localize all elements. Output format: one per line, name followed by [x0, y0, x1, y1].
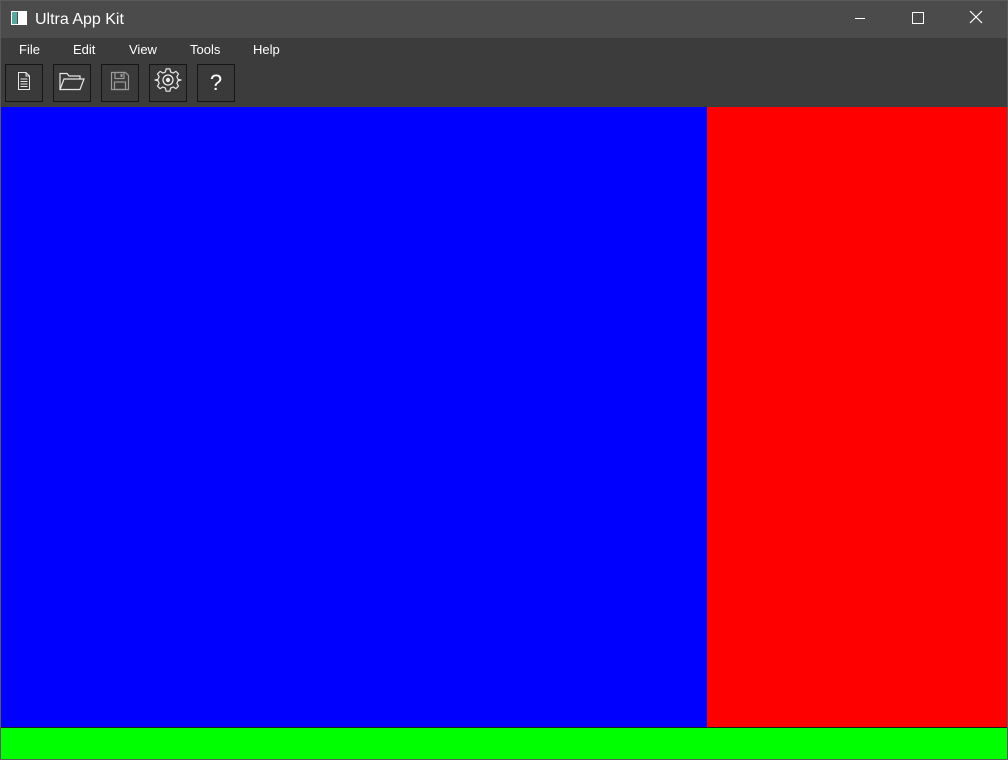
maximize-icon: [912, 11, 924, 29]
app-window-icon: [11, 11, 27, 25]
open-folder-icon: [58, 70, 86, 97]
left-blue-panel[interactable]: [1, 107, 707, 727]
menu-edit[interactable]: Edit: [73, 42, 95, 58]
new-document-icon: [15, 71, 33, 96]
toolbar: ?: [1, 62, 1007, 107]
save-button[interactable]: [101, 64, 139, 102]
app-window: Ultra App Kit File Edit View Tools Help …: [0, 0, 1008, 760]
window-title: Ultra App Kit: [35, 11, 124, 28]
maximize-button[interactable]: [889, 1, 947, 38]
menu-help[interactable]: Help: [253, 42, 280, 58]
title-bar[interactable]: Ultra App Kit: [1, 1, 1007, 38]
minimize-button[interactable]: [831, 1, 889, 38]
open-folder-button[interactable]: [53, 64, 91, 102]
save-disk-icon: [110, 71, 130, 96]
right-red-panel[interactable]: [707, 107, 1007, 727]
menu-bar: File Edit View Tools Help: [1, 38, 1007, 62]
new-document-button[interactable]: [5, 64, 43, 102]
menu-view[interactable]: View: [129, 42, 157, 58]
settings-gear-icon: [154, 67, 182, 100]
help-button[interactable]: ?: [197, 64, 235, 102]
settings-button[interactable]: [149, 64, 187, 102]
menu-file[interactable]: File: [19, 42, 40, 58]
close-icon: [969, 10, 983, 29]
help-question-icon: ?: [209, 70, 223, 95]
menu-tools[interactable]: Tools: [190, 42, 220, 58]
close-button[interactable]: [947, 1, 1005, 38]
minimize-icon: [854, 11, 866, 29]
bottom-green-panel[interactable]: [1, 727, 1007, 759]
